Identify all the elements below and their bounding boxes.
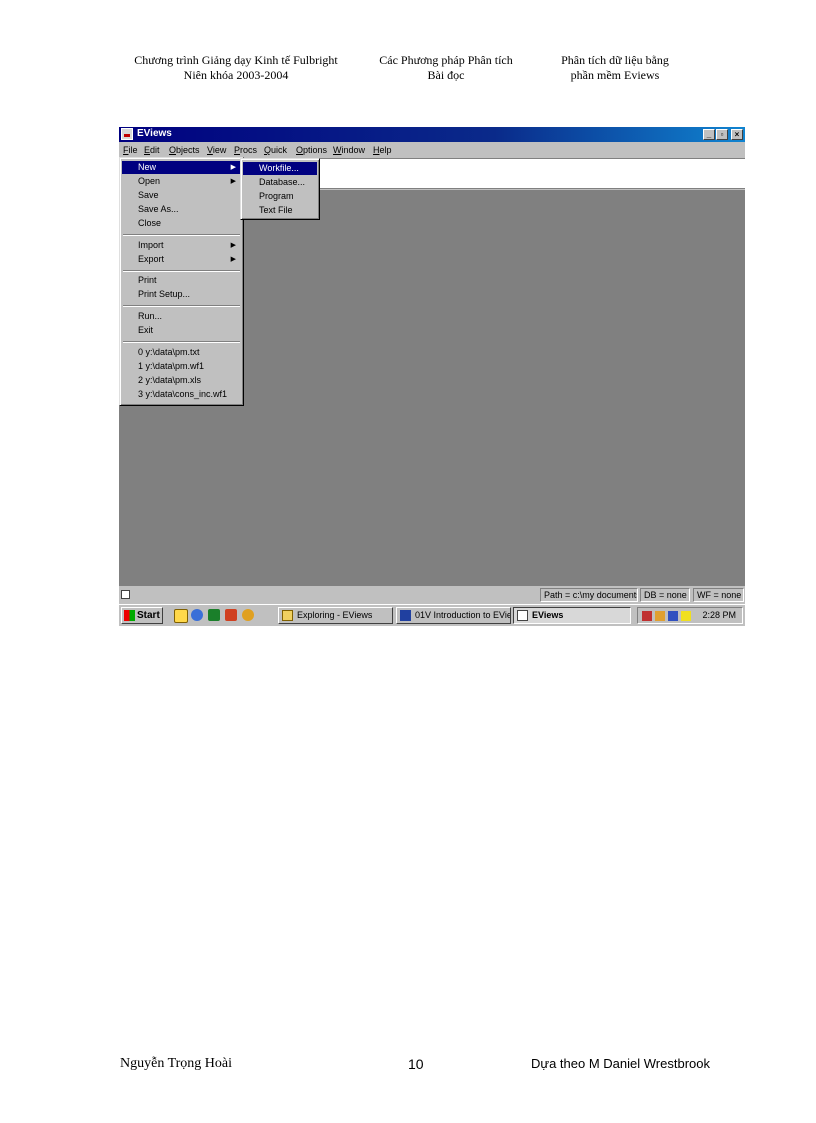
menu-objects[interactable]: Objects — [169, 145, 200, 155]
file-menu-export[interactable]: Export ▶ — [122, 253, 241, 266]
eviews-task-icon — [517, 610, 528, 621]
file-menu-run[interactable]: Run... — [122, 310, 162, 323]
file-menu-close[interactable]: Close — [122, 217, 161, 230]
status-indicator — [121, 590, 130, 599]
recent-file-1[interactable]: 1 y:\data\pm.wf1 — [122, 360, 204, 373]
eviews-screenshot: EViews _ ▫ × File Edit Objects View Proc… — [119, 127, 745, 626]
maximize-button[interactable]: ▫ — [716, 129, 728, 140]
powerpoint-icon[interactable] — [225, 609, 237, 621]
menu-procs[interactable]: Procs — [234, 145, 257, 155]
tray-icon-2[interactable] — [655, 611, 665, 621]
task-word-document[interactable]: 01V Introduction to EVie... — [396, 607, 511, 624]
header-program: Chương trình Giảng dạy Kinh tế Fulbright — [134, 53, 338, 67]
file-menu-import[interactable]: Import ▶ — [122, 239, 241, 252]
status-db: DB = none — [640, 588, 690, 602]
task-exploring[interactable]: Exploring - EViews — [278, 607, 393, 624]
file-menu-print[interactable]: Print — [122, 274, 157, 287]
menu-separator — [123, 341, 240, 343]
status-bar: Path = c:\my documents DB = none WF = no… — [119, 587, 745, 603]
submenu-arrow-icon: ▶ — [230, 164, 236, 171]
header-middle: Các Phương pháp Phân tích Bài đọc — [366, 53, 526, 83]
close-button[interactable]: × — [731, 129, 743, 140]
file-menu-new[interactable]: New ▶ — [122, 161, 241, 174]
tray-icon-4[interactable] — [681, 611, 691, 621]
taskbar: Start Exploring - EViews 01V Introductio… — [119, 604, 745, 626]
taskbar-clock: 2:28 PM — [702, 610, 736, 620]
new-database[interactable]: Database... — [243, 176, 305, 189]
header-topic-2: phần mềm Eviews — [570, 68, 660, 82]
menu-help[interactable]: Help — [373, 145, 392, 155]
file-menu-open[interactable]: Open ▶ — [122, 175, 241, 188]
menu-edit[interactable]: Edit — [144, 145, 160, 155]
new-program[interactable]: Program — [243, 190, 294, 203]
menu-bar: File Edit Objects View Procs Quick Optio… — [119, 143, 745, 157]
menu-options[interactable]: Options — [296, 145, 327, 155]
system-tray: 2:28 PM — [637, 607, 743, 624]
submenu-arrow-icon: ▶ — [230, 242, 236, 249]
new-submenu: Workfile... Database... Program Text Fil… — [240, 158, 320, 220]
menu-separator — [123, 234, 240, 236]
submenu-arrow-icon: ▶ — [230, 178, 236, 185]
word-icon — [400, 610, 411, 621]
file-menu: New ▶ Open ▶ Save Save As... Close Impor… — [119, 157, 244, 406]
page-number: 10 — [408, 1056, 424, 1072]
menu-file[interactable]: File — [123, 145, 138, 155]
footer-author: Nguyễn Trọng Hoài — [120, 1056, 233, 1071]
tray-icon-3[interactable] — [668, 611, 678, 621]
desktop-icon[interactable] — [174, 609, 188, 623]
window-title: EViews — [137, 128, 172, 139]
status-path: Path = c:\my documents — [540, 588, 638, 602]
file-menu-save-as[interactable]: Save As... — [122, 203, 179, 216]
header-topic-1: Phân tích dữ liệu bằng — [561, 53, 669, 67]
start-button[interactable]: Start — [121, 607, 163, 624]
new-text-file[interactable]: Text File — [243, 204, 293, 217]
menu-separator — [123, 305, 240, 307]
file-menu-print-setup[interactable]: Print Setup... — [122, 288, 190, 301]
windows-logo-icon — [124, 610, 135, 621]
task-eviews-active[interactable]: EViews — [513, 607, 631, 624]
excel-icon[interactable] — [208, 609, 220, 621]
recent-file-2[interactable]: 2 y:\data\pm.xls — [122, 374, 201, 387]
recent-file-3[interactable]: 3 y:\data\cons_inc.wf1 — [122, 388, 227, 401]
tray-icon-1[interactable] — [642, 611, 652, 621]
header-type: Bài đọc — [427, 68, 465, 82]
minimize-button[interactable]: _ — [703, 129, 715, 140]
recent-file-0[interactable]: 0 y:\data\pm.txt — [122, 346, 200, 359]
menu-view[interactable]: View — [207, 145, 226, 155]
menu-window[interactable]: Window — [333, 145, 365, 155]
menu-quick[interactable]: Quick — [264, 145, 287, 155]
file-menu-save[interactable]: Save — [122, 189, 159, 202]
new-workfile[interactable]: Workfile... — [243, 162, 317, 175]
header-course: Các Phương pháp Phân tích — [379, 53, 513, 67]
title-bar: EViews _ ▫ × — [119, 127, 745, 142]
header-right: Phân tích dữ liệu bằng phần mềm Eviews — [545, 53, 685, 83]
clock-app-icon[interactable] — [242, 609, 254, 621]
footer-credit: Dựa theo M Daniel Wrestbrook — [531, 1056, 710, 1071]
internet-explorer-icon[interactable] — [191, 609, 203, 621]
folder-icon — [282, 610, 293, 621]
file-menu-exit[interactable]: Exit — [122, 324, 153, 337]
status-wf: WF = none — [693, 588, 744, 602]
header-left: Chương trình Giảng dạy Kinh tế Fulbright… — [118, 53, 354, 83]
menu-separator — [123, 270, 240, 272]
header-year: Niên khóa 2003-2004 — [183, 68, 289, 82]
submenu-arrow-icon: ▶ — [230, 256, 236, 263]
eviews-app-icon — [121, 128, 133, 140]
